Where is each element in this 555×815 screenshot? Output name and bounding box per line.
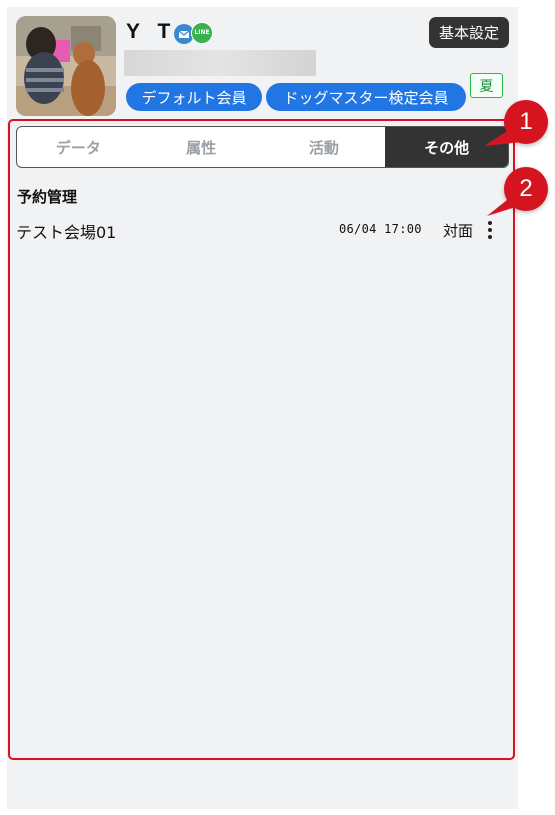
reservation-type: 対面 xyxy=(443,222,474,240)
member-name: Y T xyxy=(126,20,177,43)
reservation-venue: テスト会場01 xyxy=(16,223,117,242)
tab-bar: データ 属性 活動 その他 xyxy=(16,126,509,168)
masked-detail-bar xyxy=(124,50,316,76)
highlight-frame xyxy=(8,119,515,760)
membership-tag: ドッグマスター検定会員 xyxy=(266,83,466,111)
profile-avatar xyxy=(16,16,116,116)
tab-other[interactable]: その他 xyxy=(385,127,508,167)
callout-badge: 2 xyxy=(504,167,548,211)
callout-badge: 1 xyxy=(504,100,548,144)
section-title: 予約管理 xyxy=(17,188,78,206)
tab-activity[interactable]: 活動 xyxy=(263,127,386,167)
line-icon-label: LINE xyxy=(194,29,210,36)
basic-settings-button[interactable]: 基本設定 xyxy=(429,17,509,48)
line-icon: LINE xyxy=(191,22,213,44)
tab-attributes[interactable]: 属性 xyxy=(140,127,263,167)
tab-data[interactable]: データ xyxy=(17,127,140,167)
membership-tag: デフォルト会員 xyxy=(126,83,262,111)
more-options-icon[interactable] xyxy=(482,220,498,240)
reservation-datetime: 06/04 17:00 xyxy=(339,222,422,236)
season-badge: 夏 xyxy=(470,73,503,98)
